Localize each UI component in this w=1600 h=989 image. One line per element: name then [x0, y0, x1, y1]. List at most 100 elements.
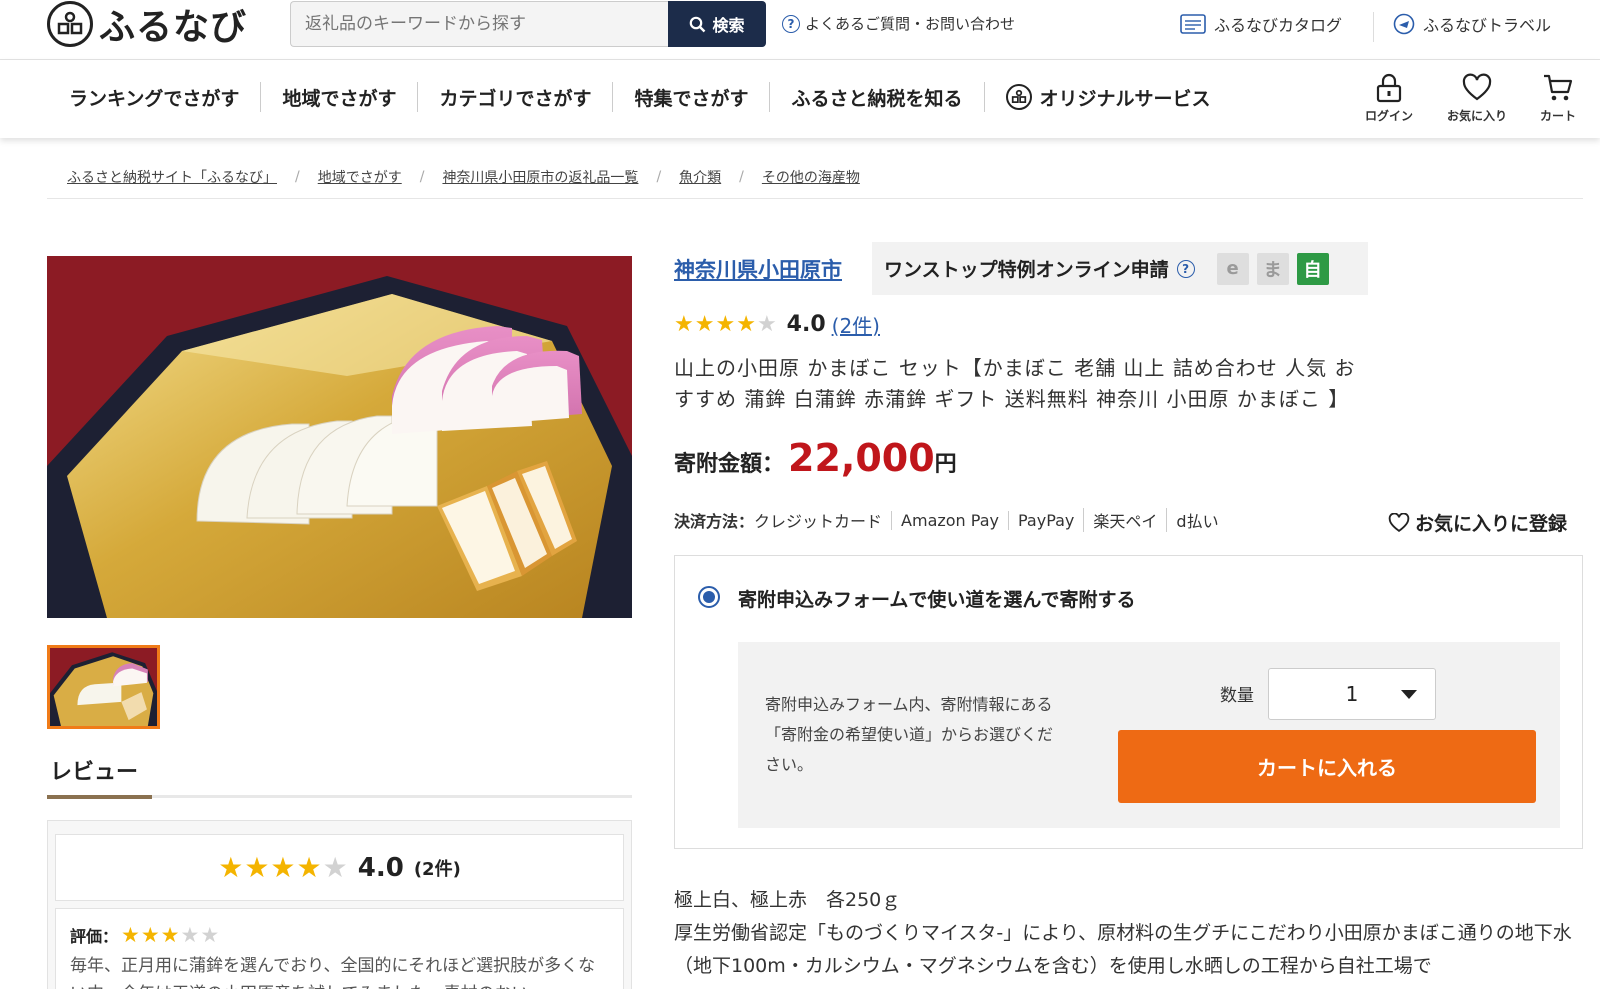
price-unit: 円 — [934, 452, 957, 477]
review-summary: ★ ★ ★ ★ ★ 4.0 (2件) — [55, 834, 624, 901]
star-filled-icon: ★ — [694, 311, 715, 337]
product-rating-score: 4.0 — [786, 312, 826, 337]
municipality-link[interactable]: 神奈川県小田原市 — [674, 254, 842, 284]
review-summary-stars: ★ ★ ★ ★ ★ — [218, 850, 348, 884]
review-tab[interactable]: レビュー — [50, 754, 138, 786]
breadcrumb-item[interactable]: ふるさと納税サイト「ふるなび」 — [67, 167, 277, 187]
lock-icon — [1376, 73, 1402, 103]
breadcrumb-separator: / — [419, 169, 425, 185]
chevron-down-icon — [1401, 690, 1417, 699]
price-label: 寄附金額： — [674, 452, 785, 477]
payment-method: d払い — [1166, 508, 1227, 532]
review-item: 評価： ★ ★ ★ ★ ★ 毎年、正月用に蒲鉾を選んでおり、全国的にそれほど選択肢が多く… — [55, 908, 624, 989]
breadcrumb-item[interactable]: その他の海産物 — [762, 167, 860, 187]
description-line: 極上白、極上赤 各250ｇ — [674, 889, 901, 911]
cart-icon — [1544, 74, 1573, 101]
nav-feature[interactable]: 特集でさがす — [613, 82, 771, 112]
header-divider — [1373, 12, 1374, 42]
catalog-link[interactable]: ふるなびカタログ — [1180, 12, 1342, 36]
onestop-badge: ま — [1256, 252, 1289, 285]
onestop-label: ワンストップ特例オンライン申請 — [884, 259, 1169, 281]
add-to-cart-button[interactable]: カートに入れる — [1118, 730, 1536, 803]
review-rating-label: 評価： — [70, 927, 119, 946]
payment-method: PayPay — [1007, 510, 1083, 530]
review-text: 毎年、正月用に蒲鉾を選んでおり、全国的にそれほど選択肢が多くない中、今年は王道の… — [70, 956, 596, 989]
star-filled-icon: ★ — [244, 850, 270, 884]
onestop-badge-active: 自 — [1296, 252, 1329, 285]
heart-icon — [1462, 73, 1492, 101]
faq-link[interactable]: ? よくあるご質問・お問い合わせ — [782, 13, 1015, 34]
main-nav: ランキングでさがす 地域でさがす カテゴリでさがす 特集でさがす ふるさと納税を… — [0, 60, 1600, 138]
star-empty-icon: ★ — [322, 850, 348, 884]
favorites-button[interactable]: お気に入り — [1442, 73, 1512, 124]
payment-label: 決済方法： — [674, 512, 755, 531]
catalog-link-label: ふるなびカタログ — [1214, 16, 1343, 35]
review-count-link[interactable]: (2件) — [832, 310, 880, 339]
travel-link[interactable]: ふるなびトラベル — [1393, 12, 1551, 36]
nav-region[interactable]: 地域でさがす — [261, 82, 419, 112]
search-input[interactable] — [290, 1, 668, 47]
star-filled-icon: ★ — [674, 311, 694, 337]
star-filled-icon: ★ — [296, 850, 322, 884]
review-summary-count: (2件) — [413, 858, 461, 880]
donation-option-label[interactable]: 寄附申込みフォームで使い道を選んで寄附する — [738, 585, 1135, 612]
site-logo[interactable]: ふるなび — [47, 1, 248, 48]
travel-icon — [1393, 13, 1415, 35]
nav-category[interactable]: カテゴリでさがす — [418, 82, 614, 112]
breadcrumb-divider — [47, 198, 1583, 199]
help-icon[interactable]: ? — [1176, 259, 1195, 278]
cart-label: カート — [1539, 109, 1576, 123]
question-icon: ? — [782, 14, 800, 33]
payment-method: 楽天ペイ — [1083, 508, 1166, 532]
product-image[interactable] — [47, 256, 632, 618]
star-filled-icon: ★ — [121, 922, 140, 947]
breadcrumb-separator: / — [656, 169, 662, 185]
search-icon — [690, 16, 706, 32]
add-favorite-button[interactable]: お気に入りに登録 — [1388, 509, 1567, 536]
payment-method: クレジットカード — [754, 512, 883, 531]
heart-icon — [1388, 512, 1410, 532]
logo-text: ふるなび — [99, 7, 248, 48]
nav-ranking[interactable]: ランキングでさがす — [48, 82, 262, 112]
onestop-badge: e — [1216, 252, 1249, 285]
breadcrumb-item[interactable]: 神奈川県小田原市の返礼品一覧 — [442, 167, 638, 187]
quantity-label: 数量 — [1220, 686, 1254, 706]
onestop-application: ワンストップ特例オンライン申請 ? e ま 自 — [872, 242, 1368, 295]
quantity-select[interactable]: 1 — [1268, 668, 1436, 720]
search-button[interactable]: 検索 — [668, 1, 766, 47]
breadcrumb: ふるさと納税サイト「ふるなび」 / 地域でさがす / 神奈川県小田原市の返礼品一… — [67, 167, 860, 187]
login-button[interactable]: ログイン — [1354, 73, 1424, 124]
nav-original-service-label: オリジナルサービス — [1039, 87, 1211, 110]
add-favorite-label: お気に入りに登録 — [1415, 513, 1568, 535]
search-bar: 検索 — [290, 1, 770, 47]
payment-method: Amazon Pay — [891, 510, 1008, 530]
donation-amount: 寄附金額： 22,000 円 — [674, 436, 957, 480]
star-filled-icon: ★ — [160, 922, 180, 947]
product-description: 極上白、極上赤 各250ｇ 厚生労働省認定「ものづくりマイスタ-」により、原材料… — [674, 884, 1594, 983]
nav-original-service[interactable]: オリジナルサービス — [985, 82, 1232, 112]
original-service-icon — [1005, 84, 1032, 110]
cart-button[interactable]: カート — [1523, 73, 1593, 124]
breadcrumb-item[interactable]: 魚介類 — [679, 167, 721, 187]
product-thumbnail[interactable] — [47, 645, 160, 729]
product-rating-stars: ★ ★ ★ ★ ★ — [674, 311, 777, 337]
search-button-label: 検索 — [712, 16, 745, 35]
review-tab-underline — [47, 795, 632, 799]
breadcrumb-item[interactable]: 地域でさがす — [318, 167, 402, 187]
quantity-value: 1 — [1345, 682, 1359, 706]
star-filled-icon: ★ — [218, 850, 244, 884]
nav-learn[interactable]: ふるさと納税を知る — [770, 82, 985, 112]
review-tab-active-indicator — [47, 795, 152, 799]
logo-mark-icon — [47, 1, 93, 47]
star-filled-icon: ★ — [140, 922, 160, 947]
donation-option-radio[interactable] — [698, 586, 720, 608]
star-empty-icon: ★ — [756, 311, 777, 337]
favorites-label: お気に入り — [1446, 109, 1507, 123]
donation-note: 寄附申込みフォーム内、寄附情報にある「寄附金の希望使い道」からお選びください。 — [765, 695, 1054, 774]
star-filled-icon: ★ — [736, 311, 756, 337]
catalog-icon — [1180, 14, 1206, 34]
breadcrumb-separator: / — [739, 169, 744, 185]
top-bar: ふるなび 検索 ? よくあるご質問・お問い合わせ ふるなびカタログ ふるなびトラ… — [0, 0, 1600, 60]
star-filled-icon: ★ — [715, 311, 736, 337]
star-empty-icon: ★ — [180, 922, 200, 947]
